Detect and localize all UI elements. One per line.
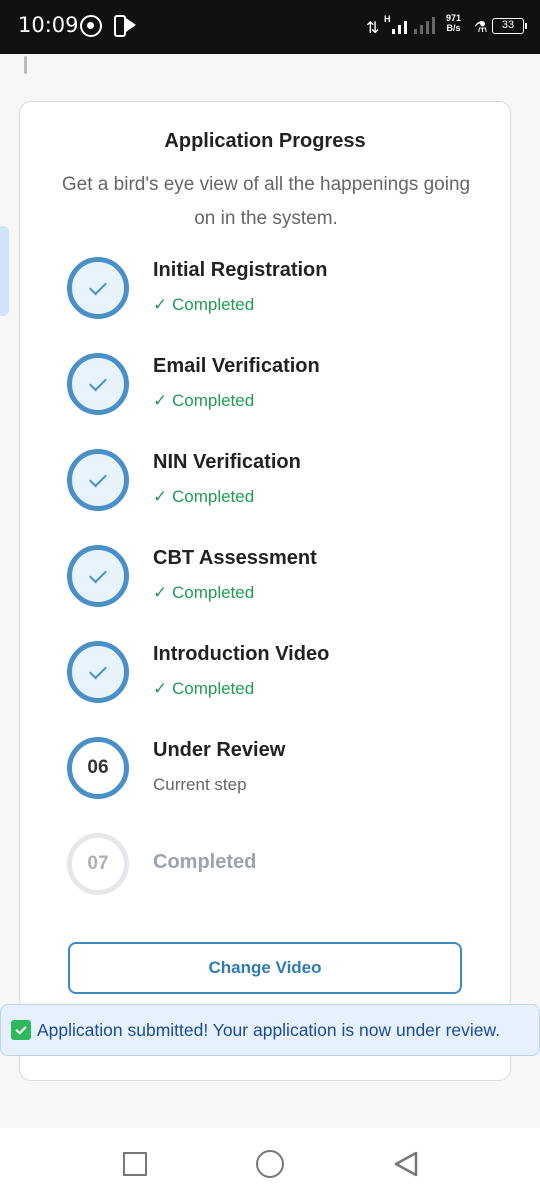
progress-step: Email Verification ✓ Completed bbox=[67, 353, 487, 433]
step-title: NIN Verification bbox=[153, 451, 301, 473]
flask-icon: ⚗ bbox=[474, 19, 488, 36]
progress-step-current: 06 Under Review Current step bbox=[67, 737, 487, 817]
check-icon bbox=[89, 373, 107, 391]
step-status: ✓ Completed bbox=[153, 391, 255, 410]
progress-step: Introduction Video ✓ Completed bbox=[67, 641, 487, 721]
check-icon bbox=[89, 277, 107, 295]
step-done-indicator bbox=[67, 353, 129, 415]
back-button[interactable] bbox=[392, 1150, 420, 1178]
progress-step: Initial Registration ✓ Completed bbox=[67, 257, 487, 337]
whatsapp-icon bbox=[80, 15, 102, 37]
step-status: ✓ Completed bbox=[153, 295, 255, 314]
step-title: Introduction Video bbox=[153, 643, 330, 665]
step-status: ✓ Completed bbox=[153, 583, 255, 602]
step-done-indicator bbox=[67, 545, 129, 607]
status-bar: 10:09 ⇅ H 971 B/s ⚗ 33 bbox=[0, 0, 540, 54]
signal-icon bbox=[392, 14, 442, 38]
progress-step: NIN Verification ✓ Completed bbox=[67, 449, 487, 529]
step-title: CBT Assessment bbox=[153, 547, 317, 569]
change-video-button[interactable]: Change Video bbox=[68, 942, 462, 994]
step-done-indicator bbox=[67, 449, 129, 511]
check-icon bbox=[89, 565, 107, 583]
step-status: ✓ Completed bbox=[153, 679, 255, 698]
network-rate: 971 B/s bbox=[446, 13, 462, 33]
play-icon bbox=[126, 18, 136, 32]
system-nav-bar bbox=[0, 1128, 540, 1200]
step-title: Initial Registration bbox=[153, 259, 328, 281]
step-status: ✓ Completed bbox=[153, 487, 255, 506]
success-toast[interactable]: Application submitted! Your application … bbox=[0, 1004, 540, 1056]
home-button[interactable] bbox=[256, 1150, 284, 1178]
card-subtitle: Get a bird's eye view of all the happeni… bbox=[61, 174, 471, 229]
step-title: Email Verification bbox=[153, 355, 320, 377]
check-box-icon bbox=[11, 1020, 31, 1040]
recents-button[interactable] bbox=[123, 1152, 147, 1176]
check-icon bbox=[89, 661, 107, 679]
step-status: Current step bbox=[153, 775, 247, 794]
step-done-indicator bbox=[67, 257, 129, 319]
scroll-indicator bbox=[24, 56, 27, 74]
data-arrows-icon: ⇅ bbox=[366, 20, 380, 37]
application-progress-card: Application Progress Get a bird's eye vi… bbox=[19, 101, 511, 1081]
network-type: H bbox=[384, 14, 391, 24]
step-done-indicator bbox=[67, 641, 129, 703]
step-title: Under Review bbox=[153, 739, 286, 761]
step-number-badge: 06 bbox=[67, 737, 129, 799]
check-icon bbox=[89, 469, 107, 487]
toast-message: Application submitted! Your application … bbox=[37, 1019, 501, 1040]
progress-step-pending: 07 Completed bbox=[67, 833, 487, 913]
side-drawer-handle[interactable] bbox=[0, 226, 9, 316]
progress-step: CBT Assessment ✓ Completed bbox=[67, 545, 487, 625]
step-number-badge: 07 bbox=[67, 833, 129, 895]
usb-icon bbox=[114, 15, 126, 37]
status-time: 10:09 bbox=[18, 13, 79, 37]
step-title: Completed bbox=[153, 851, 257, 873]
card-title: Application Progress bbox=[164, 130, 366, 152]
battery-icon: 33 bbox=[492, 18, 527, 34]
